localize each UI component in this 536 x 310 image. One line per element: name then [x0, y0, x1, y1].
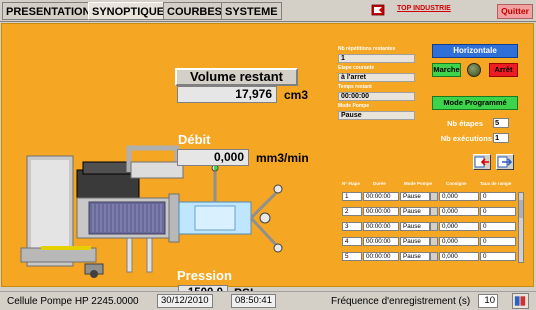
mode-dropdown[interactable]	[430, 237, 438, 246]
import-button[interactable]	[473, 154, 491, 170]
debit-label: Débit	[178, 132, 211, 147]
cell-mode[interactable]: Pause	[400, 207, 430, 216]
cell-duree[interactable]: 00:00:00	[363, 222, 399, 231]
tab-systeme[interactable]: SYSTEME	[221, 2, 282, 20]
cell-taux[interactable]: 0	[480, 207, 516, 216]
cell-duree[interactable]: 00:00:00	[363, 207, 399, 216]
cell-mode[interactable]: Pause	[400, 222, 430, 231]
export-button[interactable]	[496, 154, 514, 170]
cell-consigne[interactable]: 0,000	[439, 237, 479, 246]
brand-logo: TOP INDUSTRIE	[397, 5, 451, 12]
cell-etape[interactable]: 4	[342, 237, 362, 246]
cell-duree[interactable]: 00:00:00	[363, 252, 399, 261]
cell-mode[interactable]: Pause	[400, 252, 430, 261]
tab-presentation[interactable]: PRESENTATION	[2, 2, 95, 20]
date-display: 30/12/2010	[157, 294, 213, 308]
cell-mode[interactable]: Pause	[400, 192, 430, 201]
cell-etape[interactable]: 5	[342, 252, 362, 261]
cell-taux[interactable]: 0	[480, 192, 516, 201]
mode-dropdown[interactable]	[430, 222, 438, 231]
step-label: Etape courante	[338, 65, 375, 71]
cell-duree[interactable]: 00:00:00	[363, 192, 399, 201]
marche-button[interactable]: Marche	[432, 63, 461, 77]
horizontale-button[interactable]: Horizontale	[432, 44, 518, 58]
table-row: 4 00:00:00 Pause 0,000 0	[336, 237, 519, 247]
cell-consigne[interactable]: 0,000	[439, 207, 479, 216]
volume-label: Volume restant	[175, 68, 298, 86]
cell-consigne[interactable]: 0,000	[439, 222, 479, 231]
pression-label: Pression	[177, 268, 232, 283]
tab-synoptique[interactable]: SYNOPTIQUE	[88, 2, 169, 20]
cell-consigne[interactable]: 0,000	[439, 192, 479, 201]
table-row: 1 00:00:00 Pause 0,000 0	[336, 192, 519, 202]
nb-etapes-label: Nb étapes	[447, 119, 483, 128]
repetitions-label: Nb répétitions restantes	[338, 46, 396, 52]
cell-mode[interactable]: Pause	[400, 237, 430, 246]
nb-etapes-input[interactable]: 5	[493, 118, 509, 128]
menu-bar: PRESENTATION SYNOPTIQUE COURBES SYSTEME …	[0, 0, 536, 22]
debit-unit: mm3/min	[256, 151, 309, 165]
frequency-input[interactable]: 10	[478, 294, 498, 308]
repetitions-value: 1	[338, 54, 415, 63]
cell-consigne[interactable]: 0,000	[439, 252, 479, 261]
frequency-label: Fréquence d'enregistrement (s)	[331, 296, 471, 307]
table-row: 3 00:00:00 Pause 0,000 0	[336, 222, 519, 232]
cell-name: Cellule Pompe HP 2245.0000	[7, 296, 139, 307]
status-column: Nb répétitions restantes 1 Etape courant…	[338, 46, 416, 122]
scroll-thumb[interactable]	[519, 200, 523, 218]
volume-value: 17,976	[177, 86, 277, 103]
nb-executions-label: Nb exécutions	[440, 134, 492, 143]
time-value: 00:00:00	[338, 92, 415, 101]
header-mode: Mode Pompe	[404, 181, 433, 186]
export-icon	[497, 156, 513, 168]
table-scrollbar[interactable]	[518, 192, 524, 263]
table-row: 5 00:00:00 Pause 0,000 0	[336, 252, 519, 262]
mode-label: Mode Pompe	[338, 103, 370, 109]
cell-duree[interactable]: 00:00:00	[363, 237, 399, 246]
nb-executions-input[interactable]: 1	[493, 133, 509, 143]
led-indicator	[467, 63, 481, 77]
cell-taux[interactable]: 0	[480, 222, 516, 231]
mode-programme-button[interactable]: Mode Programmé	[432, 96, 518, 110]
import-icon	[474, 156, 489, 168]
header-consigne: Consigne	[446, 181, 467, 186]
mode-value: Pause	[338, 111, 415, 120]
cell-etape[interactable]: 3	[342, 222, 362, 231]
cell-etape[interactable]: 2	[342, 207, 362, 216]
header-etape: N° étape	[342, 181, 361, 186]
mode-dropdown[interactable]	[430, 207, 438, 216]
arret-button[interactable]: Arrêt	[489, 63, 518, 77]
status-bar: Cellule Pompe HP 2245.0000 30/12/2010 08…	[0, 291, 536, 310]
quit-button[interactable]: Quitter	[497, 4, 533, 19]
header-taux: Taux de rampe	[480, 181, 512, 186]
header-duree: Durée	[373, 181, 386, 186]
time-display: 08:50:41	[231, 294, 276, 308]
debit-value: 0,000	[177, 149, 249, 166]
app-icon[interactable]	[512, 293, 529, 309]
volume-unit: cm3	[284, 88, 309, 102]
flag-icon	[371, 4, 385, 16]
time-label: Temps restant	[338, 84, 372, 90]
cell-etape[interactable]: 1	[342, 192, 362, 201]
cell-taux[interactable]: 0	[480, 252, 516, 261]
tab-courbes[interactable]: COURBES	[163, 2, 227, 20]
mode-dropdown[interactable]	[430, 252, 438, 261]
step-value: à l'arret	[338, 73, 415, 82]
mode-dropdown[interactable]	[430, 192, 438, 201]
cell-taux[interactable]: 0	[480, 237, 516, 246]
table-row: 2 00:00:00 Pause 0,000 0	[336, 207, 519, 217]
